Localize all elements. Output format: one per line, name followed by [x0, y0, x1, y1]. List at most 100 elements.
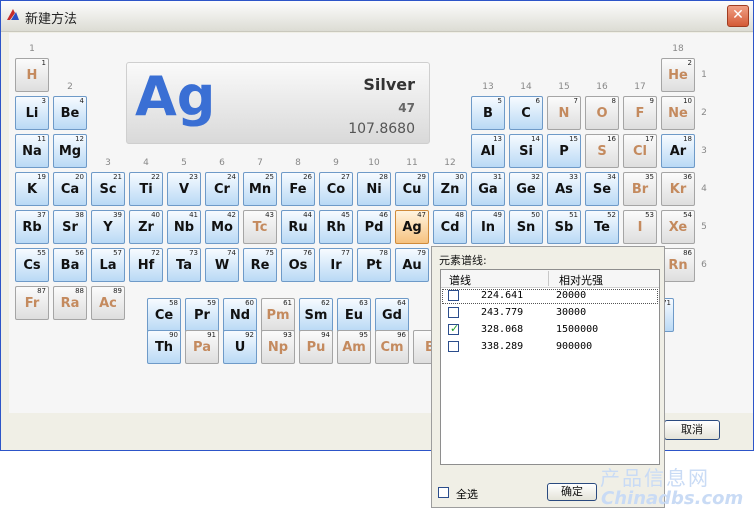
- element-cell[interactable]: 30 Zn: [433, 172, 467, 206]
- element-cell[interactable]: 32 Ge: [509, 172, 543, 206]
- element-cell[interactable]: 42 Mo: [205, 210, 239, 244]
- element-cell[interactable]: 93 Np: [261, 330, 295, 364]
- spectral-row[interactable]: ✓ 328.068 1500000: [441, 322, 659, 339]
- element-cell[interactable]: 15 P: [547, 134, 581, 168]
- element-cell[interactable]: 39 Y: [91, 210, 125, 244]
- element-cell[interactable]: 86 Rn: [661, 248, 695, 282]
- spectral-row[interactable]: 243.779 30000: [441, 305, 659, 322]
- element-cell[interactable]: 96 Cm: [375, 330, 409, 364]
- element-cell[interactable]: 23 V: [167, 172, 201, 206]
- element-cell[interactable]: 76 Os: [281, 248, 315, 282]
- element-cell[interactable]: 25 Mn: [243, 172, 277, 206]
- element-cell[interactable]: 34 Se: [585, 172, 619, 206]
- element-cell[interactable]: 18 Ar: [661, 134, 695, 168]
- element-cell[interactable]: 22 Ti: [129, 172, 163, 206]
- element-cell[interactable]: 55 Cs: [15, 248, 49, 282]
- element-cell[interactable]: 61 Pm: [261, 298, 295, 332]
- element-cell[interactable]: 6C: [509, 96, 543, 130]
- element-cell[interactable]: 57 La: [91, 248, 125, 282]
- element-cell[interactable]: 92 U: [223, 330, 257, 364]
- element-cell[interactable]: 74 W: [205, 248, 239, 282]
- element-cell[interactable]: 40 Zr: [129, 210, 163, 244]
- row-checkbox[interactable]: [448, 290, 459, 301]
- element-cell[interactable]: 33 As: [547, 172, 581, 206]
- close-button[interactable]: ✕: [727, 5, 749, 27]
- element-cell[interactable]: 17 Cl: [623, 134, 657, 168]
- spectral-row[interactable]: 224.641 20000: [441, 288, 659, 305]
- element-cell[interactable]: 45 Rh: [319, 210, 353, 244]
- element-cell[interactable]: 46 Pd: [357, 210, 391, 244]
- column-header-intensity[interactable]: 相对光强: [559, 272, 603, 288]
- element-cell[interactable]: 13 Al: [471, 134, 505, 168]
- element-cell[interactable]: 53 I: [623, 210, 657, 244]
- element-cell[interactable]: 58 Ce: [147, 298, 181, 332]
- element-cell[interactable]: 19 K: [15, 172, 49, 206]
- element-cell[interactable]: 88 Ra: [53, 286, 87, 320]
- element-cell[interactable]: 75 Re: [243, 248, 277, 282]
- element-cell[interactable]: 44 Ru: [281, 210, 315, 244]
- element-cell[interactable]: 3 Li: [15, 96, 49, 130]
- element-cell[interactable]: 24 Cr: [205, 172, 239, 206]
- element-cell[interactable]: 49 In: [471, 210, 505, 244]
- element-cell[interactable]: 2 He: [661, 58, 695, 92]
- element-cell[interactable]: 10 Ne: [661, 96, 695, 130]
- title-bar[interactable]: 新建方法 ✕: [1, 1, 753, 32]
- element-cell[interactable]: 1H: [15, 58, 49, 92]
- row-checkbox[interactable]: [448, 307, 459, 318]
- element-cell[interactable]: 87 Fr: [15, 286, 49, 320]
- element-cell[interactable]: 29 Cu: [395, 172, 429, 206]
- element-cell[interactable]: 79 Au: [395, 248, 429, 282]
- element-cell[interactable]: 59 Pr: [185, 298, 219, 332]
- element-cell[interactable]: 12 Mg: [53, 134, 87, 168]
- element-cell[interactable]: 16 S: [585, 134, 619, 168]
- column-header-line[interactable]: 谱线: [449, 272, 471, 288]
- element-cell[interactable]: 43 Tc: [243, 210, 277, 244]
- select-all-checkbox[interactable]: 全选: [438, 485, 498, 501]
- element-cell[interactable]: 11 Na: [15, 134, 49, 168]
- element-cell[interactable]: 72 Hf: [129, 248, 163, 282]
- element-cell[interactable]: 60 Nd: [223, 298, 257, 332]
- element-cell[interactable]: 91 Pa: [185, 330, 219, 364]
- element-cell[interactable]: 51 Sb: [547, 210, 581, 244]
- select-all-box[interactable]: [438, 487, 449, 498]
- element-cell[interactable]: 64 Gd: [375, 298, 409, 332]
- element-cell[interactable]: 90 Th: [147, 330, 181, 364]
- element-cell[interactable]: 5B: [471, 96, 505, 130]
- element-cell[interactable]: 41 Nb: [167, 210, 201, 244]
- element-cell[interactable]: 35 Br: [623, 172, 657, 206]
- element-cell[interactable]: 47 Ag: [395, 210, 429, 244]
- element-cell[interactable]: 63 Eu: [337, 298, 371, 332]
- element-cell[interactable]: 73 Ta: [167, 248, 201, 282]
- element-cell[interactable]: 20 Ca: [53, 172, 87, 206]
- column-divider[interactable]: [548, 271, 549, 286]
- element-cell[interactable]: 27 Co: [319, 172, 353, 206]
- element-cell[interactable]: 8O: [585, 96, 619, 130]
- element-cell[interactable]: 56 Ba: [53, 248, 87, 282]
- element-cell[interactable]: 89 Ac: [91, 286, 125, 320]
- element-cell[interactable]: 28 Ni: [357, 172, 391, 206]
- element-cell[interactable]: 4 Be: [53, 96, 87, 130]
- element-cell[interactable]: 7N: [547, 96, 581, 130]
- ok-button[interactable]: 确定: [547, 483, 597, 501]
- element-cell[interactable]: 31 Ga: [471, 172, 505, 206]
- element-cell[interactable]: 95 Am: [337, 330, 371, 364]
- element-cell[interactable]: 36 Kr: [661, 172, 695, 206]
- element-cell[interactable]: 54 Xe: [661, 210, 695, 244]
- element-cell[interactable]: 78 Pt: [357, 248, 391, 282]
- element-cell[interactable]: 62 Sm: [299, 298, 333, 332]
- element-cell[interactable]: 77 Ir: [319, 248, 353, 282]
- row-checkbox[interactable]: ✓: [448, 322, 459, 335]
- element-cell[interactable]: 37 Rb: [15, 210, 49, 244]
- element-cell[interactable]: 38 Sr: [53, 210, 87, 244]
- element-cell[interactable]: 94 Pu: [299, 330, 333, 364]
- element-cell[interactable]: 14 Si: [509, 134, 543, 168]
- cancel-button[interactable]: 取消: [664, 420, 720, 440]
- element-cell[interactable]: 21 Sc: [91, 172, 125, 206]
- element-cell[interactable]: 50 Sn: [509, 210, 543, 244]
- spectral-row[interactable]: 338.289 900000: [441, 339, 659, 356]
- element-cell[interactable]: 52 Te: [585, 210, 619, 244]
- element-cell[interactable]: 9F: [623, 96, 657, 130]
- element-cell[interactable]: 48 Cd: [433, 210, 467, 244]
- element-cell[interactable]: 26 Fe: [281, 172, 315, 206]
- row-checkbox[interactable]: [448, 341, 459, 352]
